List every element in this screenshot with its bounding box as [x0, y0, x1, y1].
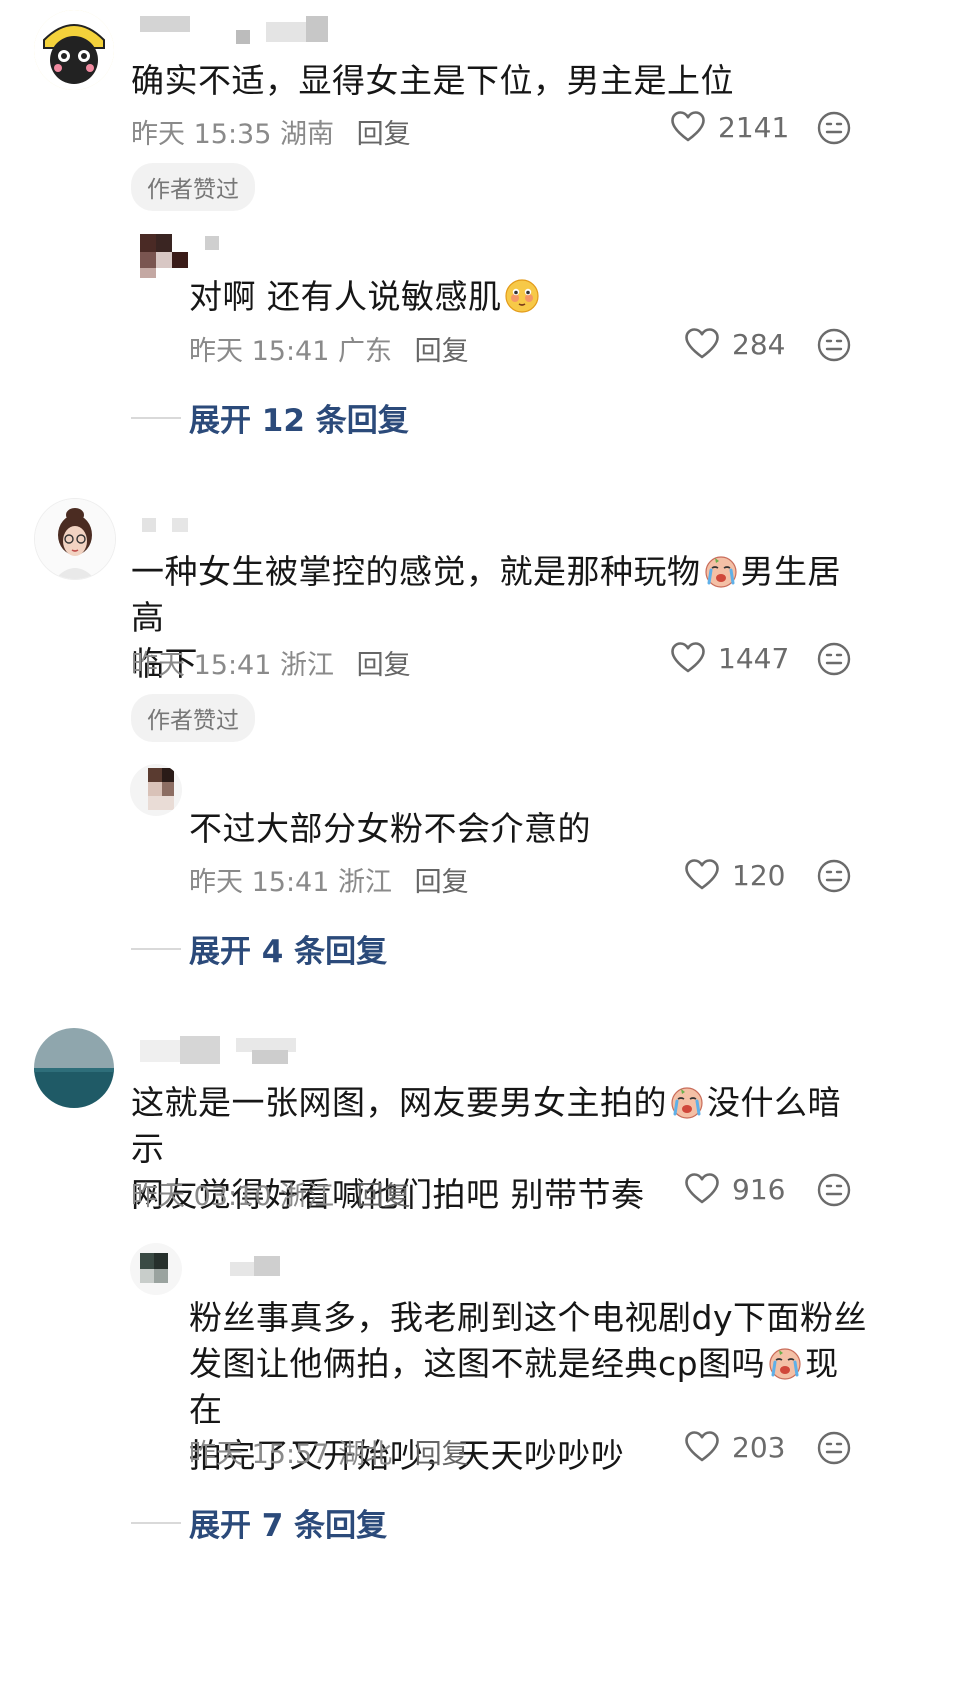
crying-emoji-icon	[669, 1084, 705, 1120]
avatar-cartoon-icon	[34, 10, 114, 90]
comment-meta: 昨天 03:10 浙江 回复	[131, 1174, 411, 1213]
comment-location: 浙江	[280, 1181, 334, 1212]
expand-replies-button[interactable]: 展开 12 条回复	[131, 395, 409, 440]
expand-replies-button[interactable]: 展开 4 条回复	[131, 926, 387, 971]
reply-button[interactable]: 回复	[357, 119, 411, 150]
like-count: 120	[732, 858, 786, 892]
emoji-face-icon[interactable]	[816, 1172, 852, 1208]
expand-replies-label: 展开 12 条回复	[189, 403, 409, 439]
reply-text-content: 不过大部分女粉不会介意的	[189, 809, 591, 848]
reply-button[interactable]: 回复	[415, 336, 469, 367]
reply-text: 对啊 还有人说敏感肌	[189, 274, 542, 320]
author-liked-badge: 作者赞过	[131, 163, 255, 211]
reply-button[interactable]: 回复	[357, 650, 411, 681]
reply-username-blurred[interactable]	[205, 236, 235, 266]
reply-meta: 昨天 15:41 广东 回复	[189, 329, 469, 368]
avatar[interactable]	[34, 10, 114, 90]
divider-line	[131, 416, 181, 419]
reply-location: 湖北	[338, 1439, 392, 1470]
like-button[interactable]: 203	[684, 1429, 785, 1465]
like-button[interactable]: 2141	[670, 109, 789, 145]
emoji-face-icon[interactable]	[816, 858, 852, 894]
reply-avatar[interactable]	[130, 764, 182, 816]
avatar-pixelated-icon	[140, 234, 192, 286]
reply-button[interactable]: 回复	[415, 867, 469, 898]
comment-location: 湖南	[280, 119, 334, 150]
username-blurred[interactable]	[140, 14, 340, 44]
crying-emoji-icon	[767, 1345, 803, 1381]
reply-time: 昨天 15:57	[189, 1439, 330, 1470]
like-count: 2141	[718, 110, 790, 144]
reply-location: 广东	[338, 336, 392, 367]
like-count: 203	[732, 1430, 786, 1464]
divider-line	[131, 1521, 181, 1524]
reply-text-content: 对啊 还有人说敏感肌	[189, 277, 502, 316]
heart-outline-icon	[684, 857, 720, 893]
comment-time: 昨天 15:35	[131, 119, 272, 150]
reply-time: 昨天 15:41	[189, 867, 330, 898]
username-blurred[interactable]	[140, 1036, 310, 1066]
avatar-pixelated-icon	[130, 764, 182, 816]
avatar[interactable]	[34, 498, 116, 580]
crying-emoji-icon	[703, 553, 739, 589]
expand-replies-label: 展开 7 条回复	[189, 1508, 388, 1544]
reply-time: 昨天 15:41	[189, 336, 330, 367]
reply-button[interactable]: 回复	[415, 1439, 469, 1470]
heart-outline-icon	[670, 640, 706, 676]
reply-text-line-2: 发图让他俩拍，这图不就是经典cp图吗	[189, 1344, 766, 1383]
like-count: 1447	[718, 641, 790, 675]
avatar[interactable]	[34, 1028, 114, 1108]
comment-text: 确实不适，显得女主是下位，男主是上位	[131, 58, 734, 104]
reply-meta: 昨天 15:41 浙江 回复	[189, 860, 469, 899]
comment-meta: 昨天 15:35 湖南 回复	[131, 112, 411, 151]
reply-meta: 昨天 15:57 湖北 回复	[189, 1432, 469, 1471]
emoji-face-icon[interactable]	[816, 110, 852, 146]
comment-time: 昨天 15:41	[131, 650, 272, 681]
heart-outline-icon	[684, 1171, 720, 1207]
heart-outline-icon	[684, 1429, 720, 1465]
like-count: 916	[732, 1172, 786, 1206]
blush-emoji-icon	[504, 278, 540, 314]
emoji-face-icon[interactable]	[816, 327, 852, 363]
like-button[interactable]: 284	[684, 326, 785, 362]
reply-username-blurred[interactable]	[230, 1256, 290, 1286]
heart-outline-icon	[684, 326, 720, 362]
heart-outline-icon	[670, 109, 706, 145]
reply-text: 不过大部分女粉不会介意的	[189, 806, 591, 852]
comment-text-content: 确实不适，显得女主是下位，男主是上位	[131, 61, 734, 100]
like-button[interactable]: 1447	[670, 640, 789, 676]
avatar-sea-icon	[34, 1028, 114, 1108]
author-liked-badge: 作者赞过	[131, 694, 255, 742]
like-count: 284	[732, 327, 786, 361]
comment-text-line-1: 一种女生被掌控的感觉，就是那种玩物	[131, 552, 701, 591]
comment-meta: 昨天 15:41 浙江 回复	[131, 643, 411, 682]
reply-button[interactable]: 回复	[357, 1181, 411, 1212]
reply-avatar[interactable]	[130, 1243, 182, 1295]
expand-replies-button[interactable]: 展开 7 条回复	[131, 1500, 387, 1545]
avatar-pixelated-icon	[130, 1243, 182, 1295]
comment-location: 浙江	[280, 650, 334, 681]
emoji-face-icon[interactable]	[816, 1430, 852, 1466]
emoji-face-icon[interactable]	[816, 641, 852, 677]
comment-text-line-1: 这就是一张网图，网友要男女主拍的	[131, 1083, 667, 1122]
divider-line	[131, 947, 181, 950]
reply-text-line-1: 粉丝事真多，我老刷到这个电视剧dy下面粉丝	[189, 1298, 867, 1337]
username-blurred[interactable]	[140, 516, 200, 546]
reply-location: 浙江	[338, 867, 392, 898]
reply-avatar[interactable]	[140, 234, 192, 286]
expand-replies-label: 展开 4 条回复	[189, 934, 388, 970]
comment-time: 昨天 03:10	[131, 1181, 272, 1212]
like-button[interactable]: 120	[684, 857, 785, 893]
avatar-portrait-icon	[35, 499, 115, 579]
like-button[interactable]: 916	[684, 1171, 785, 1207]
